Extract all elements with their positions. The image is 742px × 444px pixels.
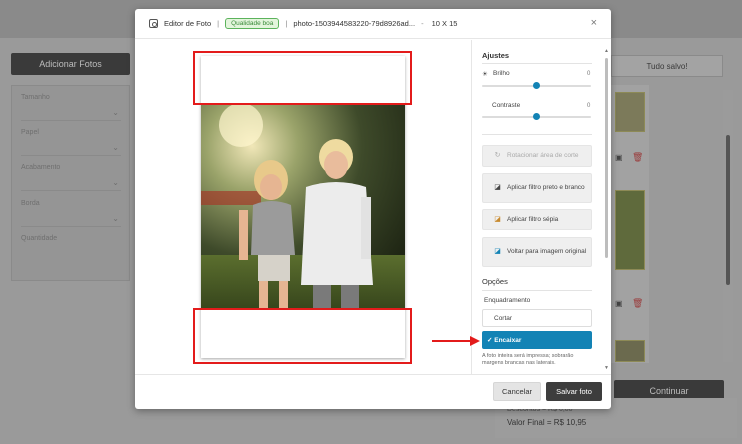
highlight-top-margin xyxy=(193,51,412,105)
option-crop[interactable]: Cortar xyxy=(482,309,592,327)
photo-editor-modal: Editor de Foto | Qualidade boa | photo-1… xyxy=(135,9,611,409)
saved-status: Tudo salvo! xyxy=(611,55,723,77)
filter-label-border: Borda xyxy=(21,200,40,207)
adjust-title: Ajustes xyxy=(482,51,510,60)
original-image-button[interactable]: ◪ Voltar para imagem original xyxy=(482,237,592,267)
editor-sidebar: Ajustes ☀ Brilho 0 Contraste 0 ↻ Rotacio… xyxy=(471,40,611,374)
add-photos-button[interactable]: Adicionar Fotos xyxy=(11,53,130,75)
contrast-label: Contraste xyxy=(492,102,521,109)
sepia-filter-button[interactable]: ◪ Aplicar filtro sépia xyxy=(482,209,592,230)
trash-icon[interactable]: 🗑 xyxy=(632,298,643,309)
annotation-arrow xyxy=(432,336,480,346)
contrast-value: 0 xyxy=(587,103,591,109)
chevron-down-icon[interactable]: ⌄ xyxy=(112,143,119,152)
sidebar-scrollbar-thumb[interactable] xyxy=(605,58,608,258)
save-photo-button[interactable]: Salvar foto xyxy=(546,382,602,401)
sepia-filter-icon: ◪ xyxy=(494,215,501,223)
contrast-slider-knob[interactable] xyxy=(533,113,540,120)
filter-label-paper: Papel xyxy=(21,129,39,136)
cancel-button[interactable]: Cancelar xyxy=(493,382,541,401)
filter-label-size: Tamanho xyxy=(21,94,50,101)
framing-label: Enquadramento xyxy=(484,297,531,304)
modal-footer: Cancelar Salvar foto xyxy=(135,374,611,409)
photo-filename: photo-1503944583220-79d8926ad... xyxy=(293,19,416,28)
separator: | xyxy=(285,19,288,28)
photo-icon xyxy=(149,19,158,28)
divider xyxy=(482,63,592,64)
photo-thumbnail[interactable] xyxy=(615,92,645,132)
option-fit[interactable]: ✓ Encaixar xyxy=(482,331,592,349)
separator: | xyxy=(217,19,220,28)
final-value-text: Valor Final = R$ 10,95 xyxy=(507,418,587,427)
filter-label-finish: Acabamento xyxy=(21,164,61,171)
rotate-crop-button[interactable]: ↻ Rotacionar área de corte xyxy=(482,145,592,167)
original-image-label: Voltar para imagem original xyxy=(507,248,587,255)
divider xyxy=(21,155,121,156)
edit-icon[interactable]: ▣ xyxy=(615,299,623,308)
photo-canvas xyxy=(135,40,471,374)
rotate-crop-label: Rotacionar área de corte xyxy=(507,152,579,159)
sepia-filter-label: Aplicar filtro sépia xyxy=(507,215,559,223)
brightness-icon: ☀ xyxy=(482,71,488,78)
bw-filter-label: Aplicar filtro preto e branco xyxy=(507,184,585,191)
filters-panel: Tamanho ⌄ Papel ⌄ Acabamento ⌄ Borda ⌄ Q… xyxy=(11,85,130,281)
photo-image[interactable] xyxy=(201,105,405,309)
modal-title: Editor de Foto xyxy=(164,19,212,28)
scroll-down-icon[interactable]: ▼ xyxy=(603,365,610,371)
photo-size: 10 X 15 xyxy=(431,19,458,28)
divider xyxy=(482,134,592,135)
divider xyxy=(21,226,121,227)
scroll-up-icon[interactable]: ▲ xyxy=(603,48,610,54)
scrollbar-thumb[interactable] xyxy=(726,135,730,285)
dash: - xyxy=(421,19,424,28)
divider xyxy=(482,290,592,291)
image-icon: ◪ xyxy=(494,248,501,255)
chevron-down-icon[interactable]: ⌄ xyxy=(112,178,119,187)
quality-badge: Qualidade boa xyxy=(225,18,280,29)
modal-header: Editor de Foto | Qualidade boa | photo-1… xyxy=(135,9,611,39)
brightness-label: Brilho xyxy=(493,70,510,77)
brightness-value: 0 xyxy=(587,71,591,77)
chevron-down-icon[interactable]: ⌄ xyxy=(112,108,119,117)
sidebar-scrollbar[interactable]: ▲ ▼ xyxy=(603,48,610,372)
divider xyxy=(21,120,121,121)
bw-filter-icon: ◪ xyxy=(494,184,501,191)
close-icon[interactable]: × xyxy=(591,18,597,29)
options-title: Opções xyxy=(482,277,508,286)
brightness-slider-knob[interactable] xyxy=(533,82,540,89)
edit-icon[interactable]: ▣ xyxy=(615,153,623,162)
rotate-icon: ↻ xyxy=(494,152,501,159)
photo-thumbnail[interactable] xyxy=(615,340,645,362)
highlight-bottom-margin xyxy=(193,308,412,364)
fit-note: A foto inteira será impressa; sobrarão m… xyxy=(482,353,574,366)
bw-filter-button[interactable]: ◪ Aplicar filtro preto e branco xyxy=(482,173,592,203)
trash-icon[interactable]: 🗑 xyxy=(632,152,643,163)
filter-label-quantity: Quantidade xyxy=(21,235,58,242)
photo-thumbnail[interactable] xyxy=(615,190,645,270)
divider xyxy=(21,190,121,191)
chevron-down-icon[interactable]: ⌄ xyxy=(112,214,119,223)
